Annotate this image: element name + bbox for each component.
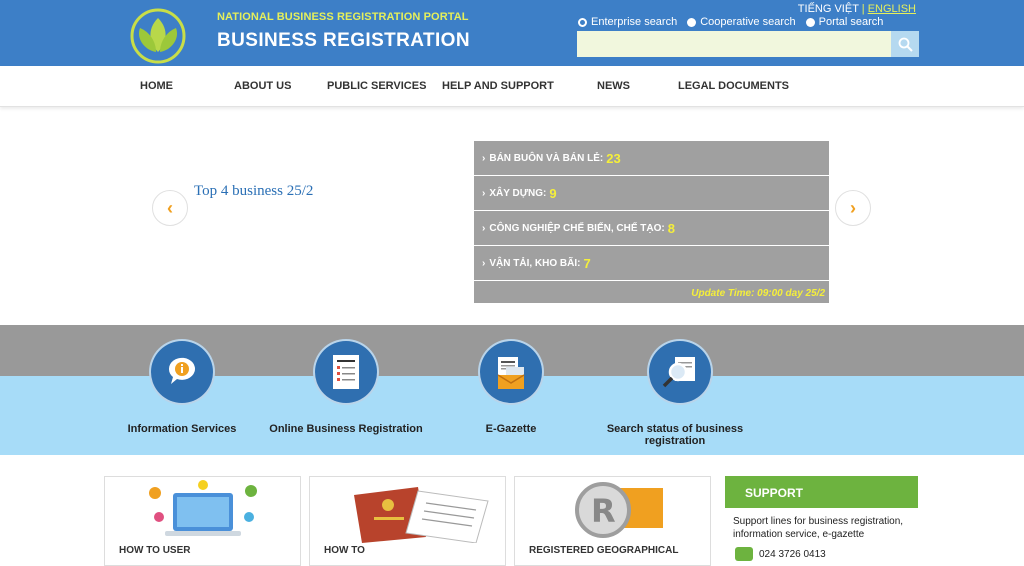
nav-help-support[interactable]: HELP AND SUPPORT [442,80,554,92]
stat-label: BÁN BUÔN VÀ BÁN LẺ: [489,152,604,164]
slider-next-button[interactable]: › [835,190,871,226]
online-registration-button[interactable] [315,341,377,403]
portal-name: NATIONAL BUSINESS REGISTRATION PORTAL [217,11,469,23]
stat-value: 9 [549,185,557,201]
support-phone-number: 024 3726 0413 [759,548,826,560]
info-bubble-icon [168,357,195,384]
radio-enterprise[interactable] [578,17,587,27]
slide-title[interactable]: Top 4 business 25/2 [194,183,313,200]
stat-row[interactable]: › CÔNG NGHIỆP CHẾ BIẾN, CHẾ TẠO: 8 [474,211,829,246]
phone-icon [735,547,753,561]
search-button[interactable] [891,31,919,57]
service-label[interactable]: E-Gazette [461,423,561,435]
stat-value: 7 [583,255,591,271]
search-scope-options: Enterprise search Cooperative search Por… [578,16,883,28]
card-label: REGISTERED GEOGRAPHICAL [529,545,679,556]
nav-legal-documents[interactable]: LEGAL DOCUMENTS [678,80,789,92]
search-status-button[interactable] [649,341,711,403]
support-heading-tab [900,476,918,508]
search-option-enterprise[interactable]: Enterprise search [578,16,677,28]
lang-english-link[interactable]: ENGLISH [868,3,916,15]
support-phone[interactable]: 024 3726 0413 [735,547,826,561]
site-header: NATIONAL BUSINESS REGISTRATION PORTAL BU… [0,0,1024,66]
nav-home[interactable]: HOME [140,80,173,92]
stat-label: XÂY DỰNG: [489,187,547,199]
stat-label: VẬN TẢI, KHO BÃI: [489,257,581,269]
slider-prev-button[interactable]: ‹ [152,190,188,226]
card-label: HOW TO USER [119,545,191,556]
search-option-portal[interactable]: Portal search [805,16,884,28]
portal-logo-icon[interactable] [128,6,188,64]
newspaper-envelope-icon [497,357,525,389]
language-switcher: TIẾNG VIỆT | ENGLISH [798,3,916,15]
guide-card[interactable]: HOW TO [309,476,506,566]
guide-card[interactable]: R REGISTERED GEOGRAPHICAL [514,476,711,566]
stat-value: 23 [606,150,621,166]
search-option-label: Cooperative search [700,16,796,28]
radio-portal[interactable] [805,17,815,27]
service-label[interactable]: Online Business Registration [266,423,426,435]
lang-vietnamese-link[interactable]: TIẾNG VIỆT [798,3,859,15]
chevron-right-icon: › [482,152,486,164]
information-services-button[interactable] [151,341,213,403]
stat-value: 8 [667,220,675,236]
support-heading: SUPPORT [725,476,918,508]
site-title[interactable]: BUSINESS REGISTRATION [217,30,470,52]
registration-form-icon [333,355,359,389]
computer-network-icon [149,480,257,536]
certificate-document-icon [354,487,489,543]
support-description: Support lines for business registration,… [733,516,904,540]
search-option-label: Portal search [818,16,884,28]
svg-text:R: R [591,492,616,530]
magnifier-document-icon [662,357,695,388]
main-nav: HOME ABOUT US PUBLIC SERVICES HELP AND S… [0,66,1024,107]
stat-row[interactable]: › VẬN TẢI, KHO BÃI: 7 [474,246,829,281]
chevron-left-icon: ‹ [167,197,173,218]
service-label[interactable]: Search status of business registration [600,423,750,447]
nav-about-us[interactable]: ABOUT US [234,80,291,92]
card-label: HOW TO [324,545,365,556]
search-icon [898,37,913,52]
search-option-label: Enterprise search [591,16,678,28]
chevron-right-icon: › [850,197,856,218]
lang-separator: | [861,3,865,15]
stat-row[interactable]: › XÂY DỰNG: 9 [474,176,829,211]
search-input[interactable] [577,31,891,57]
chevron-right-icon: › [482,187,486,199]
top-business-stats: › BÁN BUÔN VÀ BÁN LẺ: 23 › XÂY DỰNG: 9 ›… [474,141,829,303]
registered-trademark-icon: R [575,482,663,538]
service-label[interactable]: Information Services [122,423,242,435]
stat-label: CÔNG NGHIỆP CHẾ BIẾN, CHẾ TẠO: [489,222,665,234]
nav-news[interactable]: NEWS [597,80,630,92]
search-option-cooperative[interactable]: Cooperative search [687,16,796,28]
chevron-right-icon: › [482,257,486,269]
nav-public-services[interactable]: PUBLIC SERVICES [327,80,426,92]
guide-card[interactable]: HOW TO USER [104,476,301,566]
e-gazette-button[interactable] [480,341,542,403]
radio-cooperative[interactable] [687,17,697,27]
chevron-right-icon: › [482,222,486,234]
update-time: Update Time: 09:00 day 25/2 [691,288,825,299]
stat-row[interactable]: › BÁN BUÔN VÀ BÁN LẺ: 23 [474,141,829,176]
